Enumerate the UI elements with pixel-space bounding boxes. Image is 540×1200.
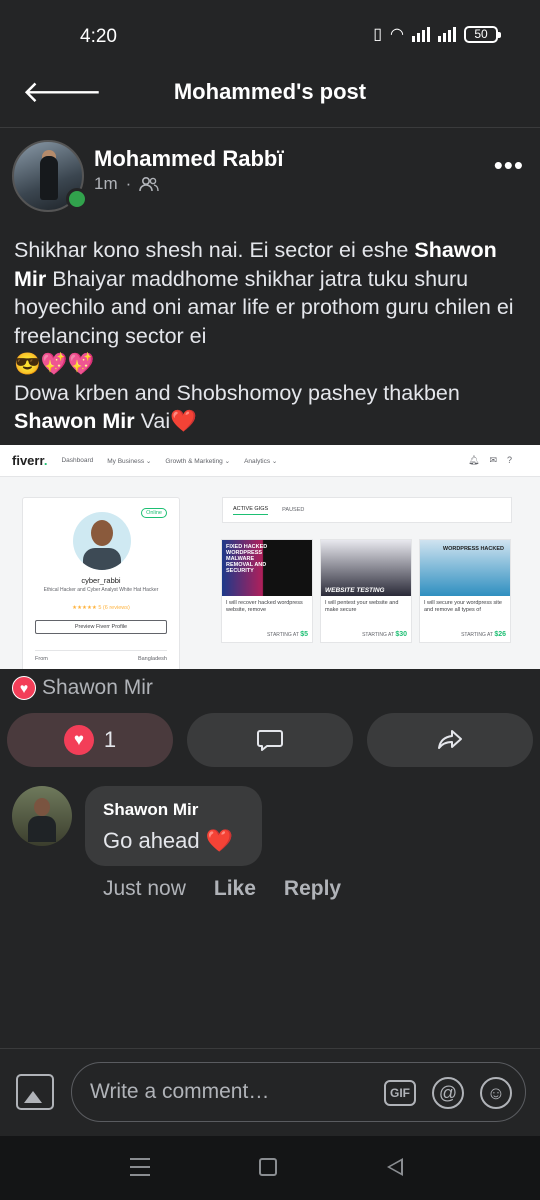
comment-actions: Just now Like Reply: [103, 877, 341, 901]
fiverr-nav-item: Growth & Marketing ⌄: [165, 457, 231, 465]
tab-paused: PAUSED: [282, 507, 305, 513]
page-title: Mohammed's post: [173, 79, 367, 104]
reactor-name: Shawon Mir: [42, 676, 153, 699]
bell-icon: 🔔︎: [468, 455, 480, 465]
post-text-part: Bhaiyar maddhome shikhar jatra tuku shur…: [14, 266, 514, 348]
comment-input[interactable]: Write a comment… GIF @ ☺: [71, 1062, 526, 1122]
emoji-icon[interactable]: ☺: [480, 1077, 512, 1109]
meta-separator: ·: [125, 174, 132, 193]
comment-icon: [257, 730, 283, 751]
commenter-avatar[interactable]: [12, 786, 72, 846]
reactions-summary[interactable]: ♥ Shawon Mir: [12, 676, 153, 700]
recents-icon[interactable]: [130, 1158, 150, 1176]
gif-icon[interactable]: GIF: [384, 1080, 416, 1106]
tab-active-gigs: ACTIVE GIGS: [233, 506, 269, 515]
online-badge: Online: [141, 508, 167, 518]
comment-text: Go ahead ❤️: [103, 828, 234, 853]
post-text-part: Vai: [134, 409, 171, 433]
share-icon: [438, 730, 462, 749]
love-reaction-icon: ♥: [12, 676, 36, 700]
fiverr-nav-icons: 🔔︎ ✉︎?: [468, 455, 512, 466]
like-count: 1: [103, 727, 117, 752]
fiverr-nav-item: My Business ⌄: [107, 457, 152, 465]
comment-time: Just now: [103, 877, 186, 900]
gig-card: WEBSITE TESTING I will pentest your webs…: [320, 539, 412, 643]
post-meta: 1m ·: [94, 174, 159, 194]
post-time[interactable]: 1m: [94, 174, 118, 194]
love-reaction-icon: ♥: [63, 725, 94, 755]
post-text-part: Dowa krben and Shobshomoy pashey thakben: [14, 380, 460, 405]
battery-icon: 50: [464, 25, 501, 43]
fiverr-profile-card: Online cyber_rabbi Ethical Hacker and Cy…: [22, 497, 180, 669]
more-options-icon[interactable]: •••: [494, 150, 524, 181]
help-icon: ?: [506, 455, 512, 465]
commenter-name[interactable]: Shawon Mir: [103, 800, 244, 820]
fiverr-logo: fiverr.: [12, 453, 48, 468]
post-text: Shikhar kono shesh nai. Ei sector ei esh…: [14, 236, 529, 436]
profile-rating: ★★★★★ 5 (6 reviews): [72, 605, 130, 611]
fiverr-nav: fiverr. Dashboard My Business ⌄ Growth &…: [0, 445, 540, 477]
vibrate-icon: ▯: [373, 26, 383, 43]
photo-icon[interactable]: [16, 1074, 54, 1110]
gig-card: FIXED HACKED WORDPRESS MALWARE REMOVAL A…: [221, 539, 313, 643]
status-icons: ▯ ◠ 50: [373, 24, 501, 44]
share-button[interactable]: [367, 713, 533, 767]
home-icon[interactable]: [259, 1158, 277, 1176]
profile-avatar: [73, 512, 131, 570]
mail-icon: ✉︎: [489, 455, 497, 465]
comment-reply-button[interactable]: Reply: [284, 877, 341, 901]
wifi-icon: ◠: [390, 26, 404, 43]
emoji-group: 😎💖💖: [14, 352, 95, 376]
heart-emoji: ❤️: [205, 828, 234, 853]
comment-button[interactable]: [187, 713, 353, 767]
comment-like-button[interactable]: Like: [214, 877, 256, 901]
like-button[interactable]: ♥ 1: [7, 713, 173, 767]
online-status-dot: [66, 188, 88, 210]
system-nav-bar: [0, 1136, 540, 1200]
page-header: 🡐 Mohammed's post: [0, 60, 540, 128]
fiverr-nav-item: Analytics ⌄: [244, 457, 278, 465]
post-image[interactable]: fiverr. Dashboard My Business ⌄ Growth &…: [0, 445, 540, 669]
gig-card: WORDPRESS HACKED I will secure your word…: [419, 539, 511, 643]
friends-audience-icon: [139, 176, 159, 192]
fiverr-nav-item: Dashboard: [61, 457, 94, 464]
post-text-part: Shikhar kono shesh nai. Ei sector ei esh…: [14, 238, 415, 262]
post-author-name[interactable]: Mohammed Rabbï: [94, 146, 283, 172]
status-time: 4:20: [80, 26, 117, 47]
gig-tabs: ACTIVE GIGS PAUSED: [222, 497, 512, 523]
signal-icon-2: [438, 26, 456, 42]
signal-icon: [412, 26, 430, 42]
back-icon[interactable]: [387, 1158, 403, 1176]
comment-placeholder: Write a comment…: [90, 1080, 270, 1103]
profile-description: Ethical Hacker and Cyber Analyst White H…: [43, 587, 159, 593]
heart-emoji: ❤️: [170, 409, 197, 433]
comment-bubble: Shawon Mir Go ahead ❤️: [85, 786, 262, 866]
profile-username: cyber_rabbi: [81, 576, 121, 585]
preview-profile-button: Preview Fiverr Profile: [35, 620, 167, 634]
mention-link[interactable]: Shawon Mir: [14, 409, 135, 433]
profile-from-row: From Bangladesh: [35, 650, 167, 662]
mention-icon[interactable]: @: [432, 1077, 464, 1109]
